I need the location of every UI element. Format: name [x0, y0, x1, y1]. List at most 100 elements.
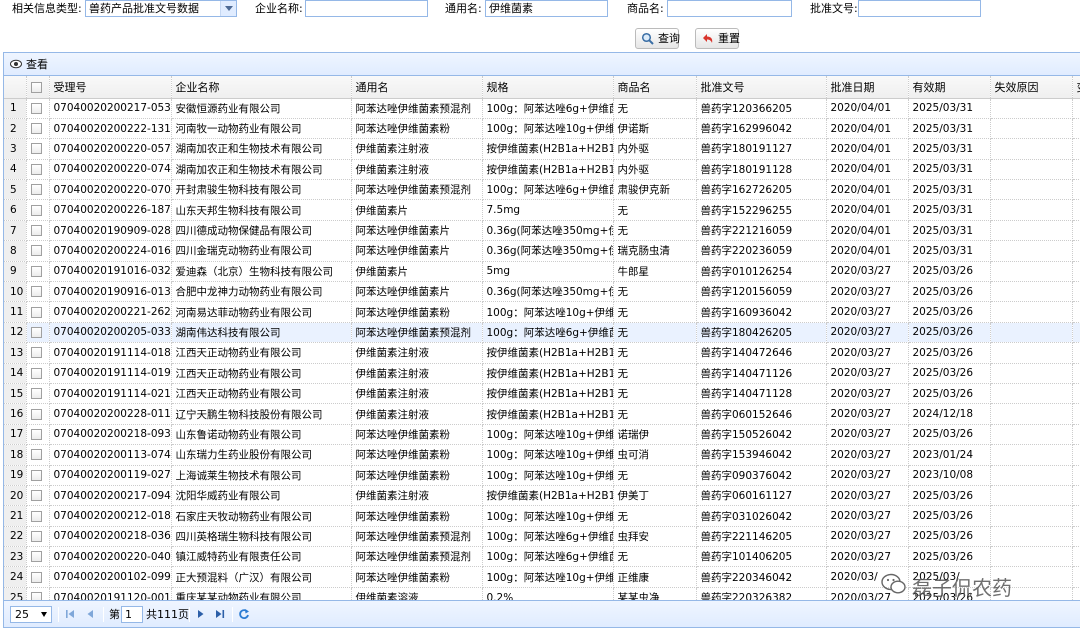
table-row[interactable]: 23 07040020200220-040 镇江威特药业有限责任公司 阿苯达唑伊维菌素… — [4, 546, 1080, 568]
row-checkbox[interactable] — [30, 571, 42, 583]
row-checkbox[interactable] — [30, 428, 42, 440]
select-all-checkbox[interactable] — [30, 81, 42, 93]
row-select-cell[interactable] — [26, 301, 50, 323]
next-page-icon[interactable] — [195, 608, 207, 620]
table-row[interactable]: 10 07040020190916-013 合肥中龙神力动物药业有限公司 阿苯达唑伊维… — [4, 281, 1080, 303]
row-checkbox[interactable] — [30, 286, 42, 298]
table-row[interactable]: 21 07040020200212-018 石家庄天牧动物药业有限公司 阿苯达唑伊维菌… — [4, 505, 1080, 527]
row-select-cell[interactable] — [26, 240, 50, 262]
info-type-select[interactable]: 兽药产品批准文号数据 — [85, 0, 237, 17]
row-checkbox[interactable] — [30, 306, 42, 318]
table-row[interactable]: 13 07040020191114-018 江西天正动物药业有限公司 伊维菌素注射液按… — [4, 342, 1080, 364]
table-row[interactable]: 19 07040020200119-027 上海诚莱生物技术有限公司 阿苯达唑伊维菌素… — [4, 465, 1080, 486]
table-row[interactable]: 3 07040020200220-057 湖南加农正和生物技术有限公司 伊维菌素注射液… — [4, 138, 1080, 160]
table-row[interactable]: 11 07040020200221-262 河南易达菲动物药业有限公司 阿苯达唑伊维菌… — [4, 301, 1080, 323]
row-select-cell[interactable] — [26, 159, 50, 181]
row-checkbox[interactable] — [30, 163, 42, 175]
table-row[interactable]: 7 07040020190909-028 四川德成动物保健品有限公司 阿苯达唑伊维菌素… — [4, 220, 1080, 242]
reset-button[interactable]: 重置 — [695, 28, 740, 49]
row-select-cell[interactable] — [26, 383, 50, 405]
row-checkbox[interactable] — [30, 225, 42, 237]
row-select-cell[interactable] — [26, 424, 50, 446]
last-page-icon[interactable] — [214, 608, 226, 620]
column-header[interactable]: 企业名称 — [171, 76, 352, 99]
row-checkbox[interactable] — [30, 388, 42, 400]
table-row[interactable]: 1 07040020200217-053 安徽恒源药业有限公司 阿苯达唑伊维菌素预混剂… — [4, 98, 1080, 119]
row-select-cell[interactable] — [26, 526, 50, 548]
row-select-cell[interactable] — [26, 465, 50, 486]
row-checkbox[interactable] — [30, 245, 42, 257]
table-row[interactable]: 15 07040020191114-021 江西天正动物药业有限公司 伊维菌素注射液按… — [4, 383, 1080, 405]
row-checkbox[interactable] — [30, 204, 42, 216]
row-select-cell[interactable] — [26, 322, 50, 344]
table-row[interactable]: 8 07040020200224-016 四川金瑞克动物药业有限公司 阿苯达唑伊维菌素… — [4, 240, 1080, 262]
product-name-input[interactable] — [667, 0, 792, 17]
row-checkbox[interactable] — [30, 530, 42, 542]
row-checkbox[interactable] — [30, 367, 42, 379]
row-checkbox[interactable] — [30, 592, 42, 600]
select-all-header[interactable] — [26, 76, 50, 99]
column-header[interactable]: 变 — [1072, 76, 1080, 99]
query-button[interactable]: 查询 — [635, 28, 680, 49]
row-select-cell[interactable] — [26, 342, 50, 364]
table-row[interactable]: 20 07040020200217-094 沈阳华威药业有限公司 伊维菌素注射液 按伊维… — [4, 485, 1080, 507]
row-select-cell[interactable] — [26, 98, 50, 119]
row-select-cell[interactable] — [26, 118, 50, 140]
row-checkbox[interactable] — [30, 184, 42, 196]
table-row[interactable]: 4 07040020200220-074 湖南加农正和生物技术有限公司 伊维菌素注射液… — [4, 159, 1080, 181]
row-select-cell[interactable] — [26, 220, 50, 242]
row-select-cell[interactable] — [26, 281, 50, 303]
column-header[interactable]: 批准文号 — [696, 76, 827, 99]
column-header[interactable]: 商品名 — [613, 76, 697, 99]
row-select-cell[interactable] — [26, 179, 50, 201]
table-row[interactable]: 14 07040020191114-019 江西天正动物药业有限公司 伊维菌素注射液按… — [4, 363, 1080, 384]
company-input[interactable] — [305, 0, 428, 17]
row-checkbox[interactable] — [30, 326, 42, 338]
chevron-down-icon[interactable] — [220, 1, 236, 16]
row-checkbox[interactable] — [30, 551, 42, 563]
approval-number-input[interactable] — [858, 0, 981, 17]
row-select-cell[interactable] — [26, 444, 50, 466]
common-name-input[interactable]: 伊维菌素 — [485, 0, 608, 17]
table-row[interactable]: 9 07040020191016-032 爱迪森（北京）生物科技有限公司 伊维菌素片 5… — [4, 261, 1080, 283]
row-checkbox[interactable] — [30, 265, 42, 277]
column-header[interactable]: 规格 — [482, 76, 614, 99]
table-row[interactable]: 5 07040020200220-070 开封肃骏生物科技有限公司 阿苯达唑伊维菌素预… — [4, 179, 1080, 201]
table-row[interactable]: 2 07040020200222-131 河南牧一动物药业有限公司 阿苯达唑伊维菌素粉… — [4, 118, 1080, 140]
prev-page-icon[interactable] — [84, 608, 96, 620]
row-select-cell[interactable] — [26, 138, 50, 160]
table-row[interactable]: 16 07040020200228-011 辽宁天鹏生物科技股份有限公司 伊维菌素注射… — [4, 403, 1080, 425]
row-checkbox[interactable] — [30, 143, 42, 155]
table-row[interactable]: 18 07040020200113-074 山东瑞力生药业股份有限公司 阿苯达唑伊维菌… — [4, 444, 1080, 466]
row-select-cell[interactable] — [26, 199, 50, 221]
row-checkbox[interactable] — [30, 469, 42, 481]
row-select-cell[interactable] — [26, 566, 50, 588]
page-number-input[interactable]: 1 — [121, 606, 143, 623]
row-select-cell[interactable] — [26, 261, 50, 283]
refresh-icon[interactable] — [238, 608, 250, 620]
table-row[interactable]: 22 07040020200218-036 四川英格瑞生物科技有限公司 阿苯达唑伊维菌… — [4, 526, 1080, 548]
view-button[interactable]: 查看 — [26, 58, 48, 71]
row-select-cell[interactable] — [26, 485, 50, 507]
row-select-cell[interactable] — [26, 363, 50, 384]
column-header[interactable]: 受理号 — [49, 76, 172, 99]
row-checkbox[interactable] — [30, 490, 42, 502]
column-header[interactable]: 批准日期 — [826, 76, 909, 99]
eye-icon[interactable] — [10, 59, 22, 69]
row-select-cell[interactable] — [26, 403, 50, 425]
first-page-icon[interactable] — [64, 608, 76, 620]
table-row[interactable]: 17 07040020200218-093 山东鲁诺动物药业有限公司 阿苯达唑伊维菌素… — [4, 424, 1080, 446]
row-checkbox[interactable] — [30, 408, 42, 420]
row-checkbox[interactable] — [30, 347, 42, 359]
page-size-select[interactable]: 25 — [10, 606, 52, 623]
column-header[interactable]: 失效原因 — [990, 76, 1073, 99]
row-checkbox[interactable] — [30, 123, 42, 135]
row-checkbox[interactable] — [30, 102, 42, 114]
row-select-cell[interactable] — [26, 546, 50, 568]
row-checkbox[interactable] — [30, 510, 42, 522]
column-header[interactable]: 有效期 — [908, 76, 991, 99]
table-row[interactable]: 12 07040020200205-033 湖南伟达科技有限公司 阿苯达唑伊维菌素预混… — [4, 322, 1080, 344]
table-row[interactable]: 6 07040020200226-187 山东天邦生物科技有限公司 伊维菌素片 7.5m… — [4, 199, 1080, 221]
row-select-cell[interactable] — [26, 505, 50, 527]
column-header[interactable]: 通用名 — [351, 76, 483, 99]
